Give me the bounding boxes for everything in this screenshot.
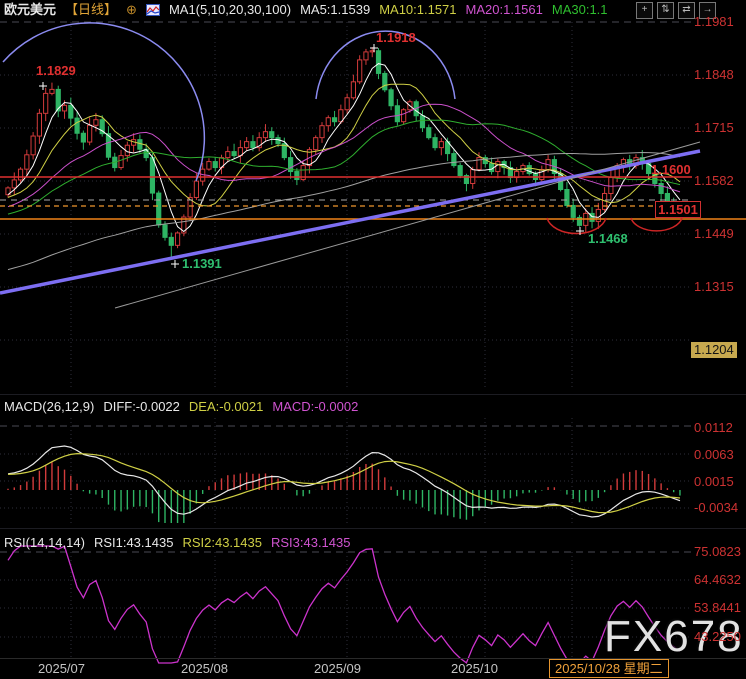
chart-canvas[interactable] (0, 0, 746, 679)
scale-x-axis-icon[interactable]: ⇄ (678, 2, 695, 19)
macd-title: MACD(26,12,9) (4, 399, 94, 414)
symbol-title: 欧元美元 (4, 2, 56, 18)
date-axis-label: 2025/10 (451, 661, 498, 676)
grid-layer (0, 22, 692, 658)
ma-settings-label: MA1(5,10,20,30,100) (169, 2, 291, 18)
price-axis-label: 1.1449 (694, 226, 734, 241)
low-price-marker: 1.1204 (691, 342, 737, 358)
rsi-axis-label: 64.4632 (694, 572, 741, 587)
date-axis-label: 2025/08 (181, 661, 228, 676)
price-axis-label: 1.1315 (694, 279, 734, 294)
highlighted-date-label: 2025/10/28 星期二 (549, 659, 669, 678)
add-indicator-icon[interactable]: ⊕ (126, 2, 137, 18)
macd-axis-label: 0.0063 (694, 447, 734, 462)
macd-diff-value: DIFF:-0.0022 (103, 399, 180, 414)
macd-dea-value: DEA:-0.0021 (189, 399, 263, 414)
macd-header: MACD(26,12,9) DIFF:-0.0022 DEA:-0.0021 M… (4, 399, 358, 414)
rsi-axis-label: 75.0823 (694, 544, 741, 559)
pan-icon[interactable]: + (636, 2, 653, 19)
rsi-layer (8, 546, 680, 663)
macd-layer (8, 446, 680, 523)
macd-axis-label: -0.0034 (694, 500, 738, 515)
price-annotation: 1.1829 (36, 63, 76, 78)
ma-layer (8, 64, 680, 270)
rsi1-value: RSI1:43.1435 (94, 535, 174, 550)
arc-october-bottom-2 (631, 218, 682, 231)
period-selector[interactable]: 【日线】 (65, 2, 117, 18)
price-axis-label: 1.1848 (694, 67, 734, 82)
price-annotation: 1.1391 (182, 256, 222, 271)
macd-value: MACD:-0.0002 (272, 399, 358, 414)
date-axis-label: 2025/09 (314, 661, 361, 676)
trading-chart-window: 欧元美元 【日线】 ⊕ MA1(5,10,20,30,100) MA5:1.15… (0, 0, 746, 679)
rsi-axis-label: 43.2250 (694, 629, 741, 644)
rsi-line (8, 546, 680, 663)
candlestick-layer (6, 47, 682, 257)
price-axis-label: 1.1715 (694, 120, 734, 135)
price-annotation: 1.1468 (588, 231, 628, 246)
rsi-header: RSI(14,14,14) RSI1:43.1435 RSI2:43.1435 … (4, 535, 350, 550)
panel-divider (0, 394, 746, 395)
panel-divider (0, 528, 746, 529)
date-axis-label: 2025/07 (38, 661, 85, 676)
price-axis-label: 1.1981 (694, 14, 734, 29)
resistance-price-label: 1.1600 (651, 162, 691, 177)
chart-header: 欧元美元 【日线】 ⊕ MA1(5,10,20,30,100) MA5:1.15… (4, 2, 608, 18)
rsi-title: RSI(14,14,14) (4, 535, 85, 550)
chart-type-icon[interactable] (146, 4, 160, 16)
macd-axis-label: 0.0112 (694, 420, 733, 435)
drawings-layer (0, 23, 746, 308)
current-price-tag: 1.1501 (655, 201, 701, 218)
ma5-value: MA5:1.1539 (300, 2, 370, 18)
rsi-axis-label: 53.8441 (694, 600, 741, 615)
price-axis-label: 1.1582 (694, 173, 734, 188)
price-annotation: 1.1918 (376, 30, 416, 45)
macd-axis-label: 0.0015 (694, 474, 734, 489)
scale-y-axis-icon[interactable]: ⇅ (657, 2, 674, 19)
ma20-value: MA20:1.1561 (466, 2, 543, 18)
rsi2-value: RSI2:43.1435 (182, 535, 262, 550)
ma30-value: MA30:1.1 (552, 2, 608, 18)
rsi3-value: RSI3:43.1435 (271, 535, 351, 550)
ma100-line (8, 153, 680, 270)
ma10-value: MA10:1.1571 (379, 2, 456, 18)
